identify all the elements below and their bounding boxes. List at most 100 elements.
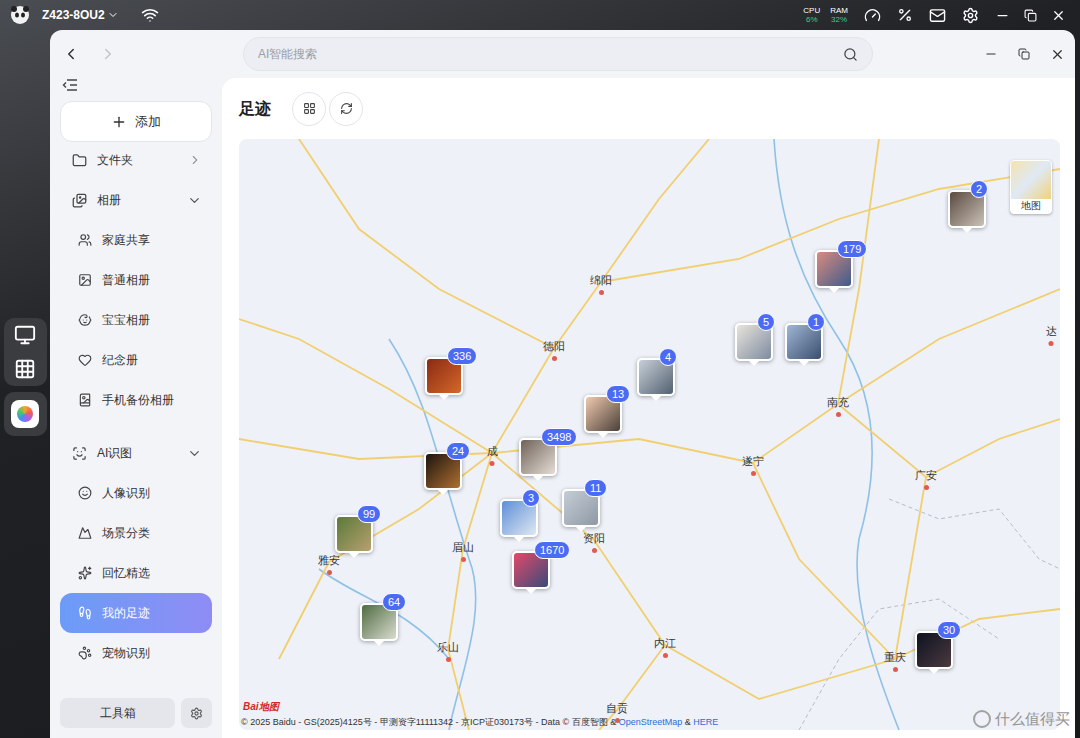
wifi-icon[interactable] [141, 6, 159, 24]
restore-icon[interactable] [1024, 9, 1037, 22]
avatar-icon[interactable] [10, 5, 30, 25]
settings-button[interactable] [181, 698, 212, 728]
city-dot-icon [1049, 341, 1054, 346]
map-pin[interactable]: 13 [584, 395, 622, 438]
sidebar-item[interactable]: 我的足迹 [60, 593, 212, 633]
pin-pointer [598, 433, 608, 438]
add-button[interactable]: 添加 [60, 101, 212, 142]
expanded-chevron-icon[interactable] [187, 446, 202, 461]
map-pin[interactable]: 30 [915, 631, 953, 674]
item-icon [78, 606, 92, 620]
content-panel: 足迹绵阳德阳成南充遂宁广安雅安眉山资阳乐山内江重庆自贡达217951336413… [222, 78, 1075, 738]
pin-count-badge: 2 [970, 180, 988, 198]
pin-count-badge: 3 [522, 489, 540, 507]
forward-icon[interactable] [99, 45, 117, 63]
map-pin[interactable]: 4 [637, 358, 675, 401]
pin-count-badge: 4 [659, 348, 677, 366]
pin-pointer [829, 288, 839, 293]
item-icon [78, 353, 92, 367]
map-pin[interactable]: 64 [360, 603, 398, 646]
sidebar-item[interactable]: 回忆精选 [60, 553, 212, 593]
city-label: 绵阳 [590, 274, 612, 295]
city-dot-icon [893, 667, 898, 672]
apps-grid-icon[interactable] [14, 358, 36, 380]
map-pin[interactable]: 11 [562, 489, 600, 532]
window-minimize-icon[interactable] [984, 47, 998, 61]
map-pin[interactable]: 336 [425, 357, 463, 400]
gear-icon [190, 707, 203, 720]
sidebar-item[interactable]: 普通相册 [60, 260, 212, 300]
gauge-icon[interactable] [864, 7, 881, 24]
sidebar-group[interactable]: 相册 [60, 180, 212, 220]
group-icon [72, 193, 87, 208]
pin-count-badge: 99 [357, 505, 381, 523]
toolbox-button[interactable]: 工具箱 [60, 698, 175, 728]
map[interactable]: 绵阳德阳成南充遂宁广安雅安眉山资阳乐山内江重庆自贡达21795133641334… [239, 139, 1060, 730]
here-link[interactable]: HERE [693, 717, 718, 727]
map-pin[interactable]: 1 [785, 323, 823, 366]
map-pin[interactable]: 3 [500, 499, 538, 542]
close-icon[interactable] [1051, 8, 1066, 23]
osm-link[interactable]: OpenStreetMap [619, 717, 683, 727]
pin-pointer [374, 641, 384, 646]
sidebar-item[interactable]: 人像识别 [60, 473, 212, 513]
device-name[interactable]: Z423-8OU2 [42, 6, 105, 24]
refresh-icon [340, 102, 353, 115]
city-dot-icon [552, 356, 557, 361]
collapsed-chevron-icon[interactable] [188, 153, 202, 167]
minimize-icon[interactable] [995, 8, 1010, 23]
refresh-button[interactable] [329, 92, 363, 126]
page-title: 足迹 [239, 97, 271, 121]
back-icon[interactable] [62, 45, 80, 63]
map-pin[interactable]: 24 [424, 452, 462, 495]
monitor-icon[interactable] [14, 324, 36, 346]
city-label: 成 [487, 445, 498, 466]
map-pin[interactable]: 99 [335, 515, 373, 558]
map-pin[interactable]: 179 [815, 250, 853, 293]
group-icon [72, 446, 87, 461]
sidebar-item[interactable]: 手机备份相册 [60, 380, 212, 420]
collapse-sidebar-icon[interactable] [62, 78, 78, 92]
pin-pointer [749, 361, 759, 366]
city-label: 资阳 [583, 532, 605, 553]
item-icon [78, 393, 92, 407]
pin-pointer [799, 361, 809, 366]
expanded-chevron-icon[interactable] [187, 193, 202, 208]
photos-app-icon[interactable] [11, 400, 39, 428]
cpu-meter: CPU6% [803, 6, 820, 24]
city-label: 乐山 [437, 641, 459, 662]
window-restore-icon[interactable] [1018, 48, 1030, 60]
item-icon [78, 273, 92, 287]
sidebar-item[interactable]: 家庭共享 [60, 220, 212, 260]
map-attribution: © 2025 Baidu - GS(2025)4125号 - 甲测资字11111… [241, 716, 718, 728]
settings-icon[interactable] [962, 7, 979, 24]
city-label: 眉山 [452, 541, 474, 562]
window-close-icon[interactable] [1050, 47, 1065, 62]
sidebar-item[interactable]: 宝宝相册 [60, 300, 212, 340]
device-chevron-icon[interactable] [107, 9, 119, 21]
sidebar-item[interactable]: 宠物识别 [60, 633, 212, 673]
item-icon [78, 486, 92, 500]
city-dot-icon [327, 570, 332, 575]
sidebar-group[interactable]: AI识图 [60, 433, 212, 473]
map-pin[interactable]: 2 [948, 190, 986, 233]
city-dot-icon [592, 548, 597, 553]
mail-icon[interactable] [929, 7, 946, 24]
plus-icon [111, 114, 127, 130]
map-layer-toggle[interactable]: 地图 [1010, 160, 1052, 214]
pin-count-badge: 5 [757, 313, 775, 331]
city-label: 遂宁 [742, 455, 764, 476]
sidebar-group[interactable]: 文件夹 [60, 152, 212, 180]
sidebar-item[interactable]: 场景分类 [60, 513, 212, 553]
item-icon [78, 233, 92, 247]
map-pin[interactable]: 5 [735, 323, 773, 366]
ai-search-icon[interactable] [843, 47, 858, 62]
photos-window: AI智能搜索添加文件夹相册家庭共享普通相册宝宝相册纪念册手机备份相册 AI识图人像… [50, 30, 1075, 738]
map-pin[interactable]: 1670 [512, 551, 550, 594]
percent-icon[interactable] [897, 7, 913, 23]
sidebar-item[interactable]: 纪念册 [60, 340, 212, 380]
grid-icon [303, 102, 316, 115]
map-pin[interactable]: 3498 [519, 438, 557, 481]
grid-view-button[interactable] [292, 92, 326, 126]
search-field[interactable]: AI智能搜索 [243, 37, 873, 71]
